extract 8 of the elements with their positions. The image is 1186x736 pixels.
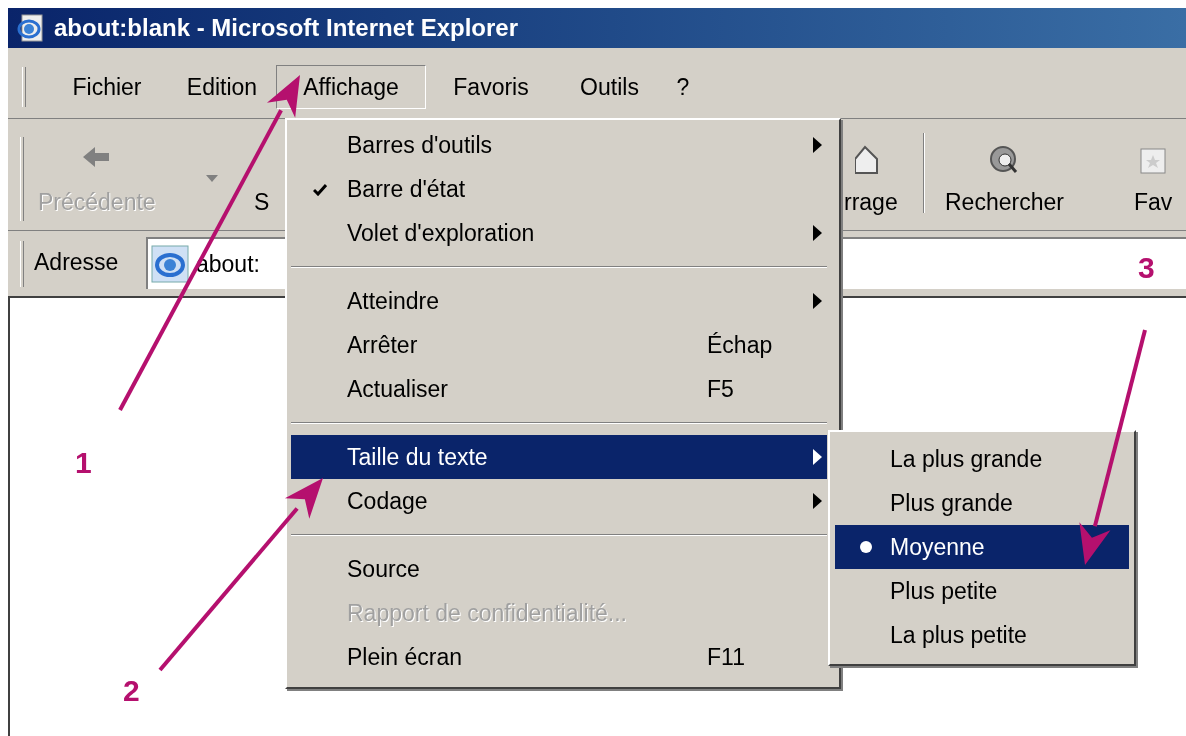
address-label: Adresse — [34, 248, 119, 277]
annotation-number: 2 — [123, 673, 140, 709]
shortcut-label: F5 — [707, 374, 734, 404]
annotation-number: 3 — [1138, 250, 1155, 286]
shortcut-label: Échap — [707, 330, 773, 360]
shortcut-label: F11 — [707, 642, 745, 672]
window-title: about:blank - Microsoft Internet Explorer — [54, 13, 519, 43]
annotation-number: 1 — [75, 445, 92, 481]
